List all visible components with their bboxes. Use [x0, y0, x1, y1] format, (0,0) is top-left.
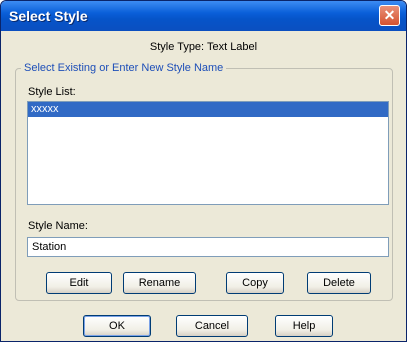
style-name-input[interactable]: Station	[27, 237, 389, 257]
delete-button[interactable]: Delete	[307, 272, 371, 294]
rename-button[interactable]: Rename	[123, 272, 196, 294]
style-list[interactable]: xxxxx	[27, 101, 389, 205]
ok-button[interactable]: OK	[83, 315, 151, 337]
style-name-label: Style Name:	[28, 220, 88, 232]
help-button[interactable]: Help	[275, 315, 333, 337]
style-list-label: Style List:	[28, 86, 76, 98]
edit-button[interactable]: Edit	[46, 272, 112, 294]
close-button[interactable]: ✕	[379, 5, 400, 26]
copy-button[interactable]: Copy	[226, 272, 284, 294]
style-list-item[interactable]: xxxxx	[28, 102, 388, 117]
select-style-dialog: Select Style ✕ Style Type: Text Label Se…	[0, 0, 407, 342]
groupbox-legend: Select Existing or Enter New Style Name	[21, 62, 227, 74]
cancel-button[interactable]: Cancel	[176, 315, 248, 337]
title-bar[interactable]: Select Style ✕	[1, 1, 406, 31]
window-title: Select Style	[9, 8, 88, 24]
close-icon: ✕	[383, 7, 396, 23]
style-type-label: Style Type: Text Label	[149, 41, 258, 53]
